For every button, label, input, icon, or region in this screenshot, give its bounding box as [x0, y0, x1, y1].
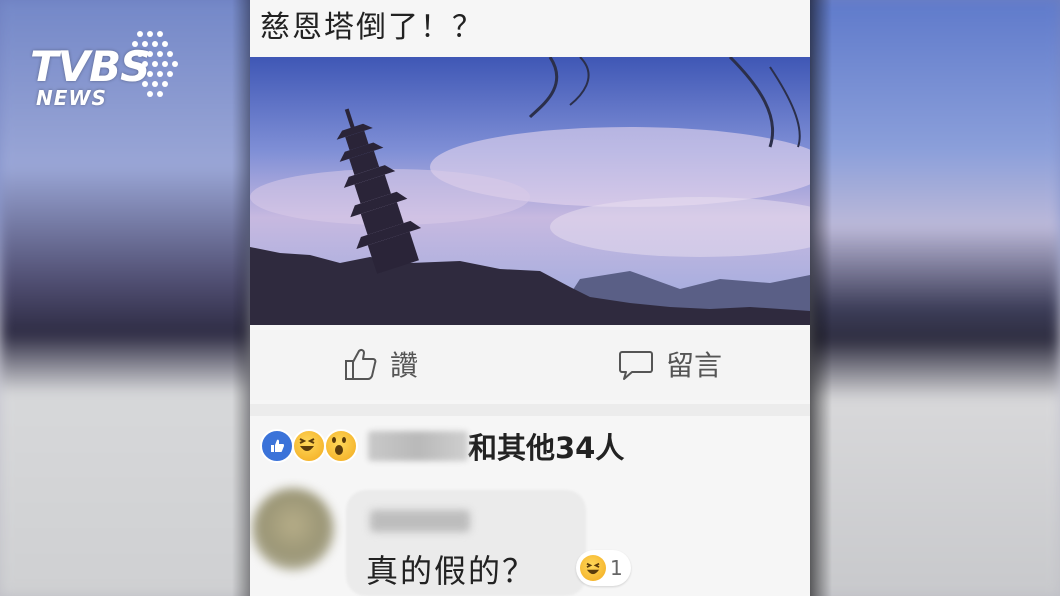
speech-bubble-icon	[619, 351, 653, 380]
logo-dots-icon	[132, 31, 178, 97]
blurred-commenter-name[interactable]	[370, 510, 470, 532]
commenter-avatar[interactable]	[252, 488, 334, 570]
comment-label: 留言	[666, 349, 723, 382]
logo-sub-text: NEWS	[36, 86, 107, 110]
comment-reaction-badge[interactable]: 1	[576, 550, 631, 586]
section-divider	[250, 404, 810, 416]
post-text: 慈恩塔倒了！？	[260, 10, 484, 45]
like-reaction-icon	[260, 429, 294, 463]
thumbs-up-icon	[345, 348, 377, 380]
like-label: 讚	[390, 349, 419, 382]
facebook-post-panel: 慈恩塔倒了！？ 讚 留言 和其他34人 真的假的？ 1	[250, 0, 810, 596]
reactions-summary[interactable]: 和其他34人	[260, 425, 624, 467]
tvbs-news-logo: TVBS NEWS	[30, 28, 190, 112]
comment-reaction-count: 1	[610, 556, 623, 580]
comment-button[interactable]: 留言	[618, 344, 722, 384]
haha-reaction-icon	[580, 555, 606, 581]
like-button[interactable]: 讚	[342, 344, 418, 384]
reaction-count-text[interactable]: 和其他34人	[468, 425, 624, 467]
post-photo-pagoda[interactable]	[250, 57, 810, 325]
panel-shadow-left	[232, 0, 250, 596]
wow-reaction-icon	[324, 429, 358, 463]
panel-shadow-right	[810, 0, 832, 596]
post-actions-bar: 讚 留言	[250, 330, 810, 400]
blurred-background-right	[810, 0, 1060, 596]
blurred-reactor-name	[368, 431, 468, 461]
haha-reaction-icon	[292, 429, 326, 463]
comment-text: 真的假的？	[366, 552, 537, 590]
comment-item: 真的假的？ 1	[250, 472, 810, 596]
